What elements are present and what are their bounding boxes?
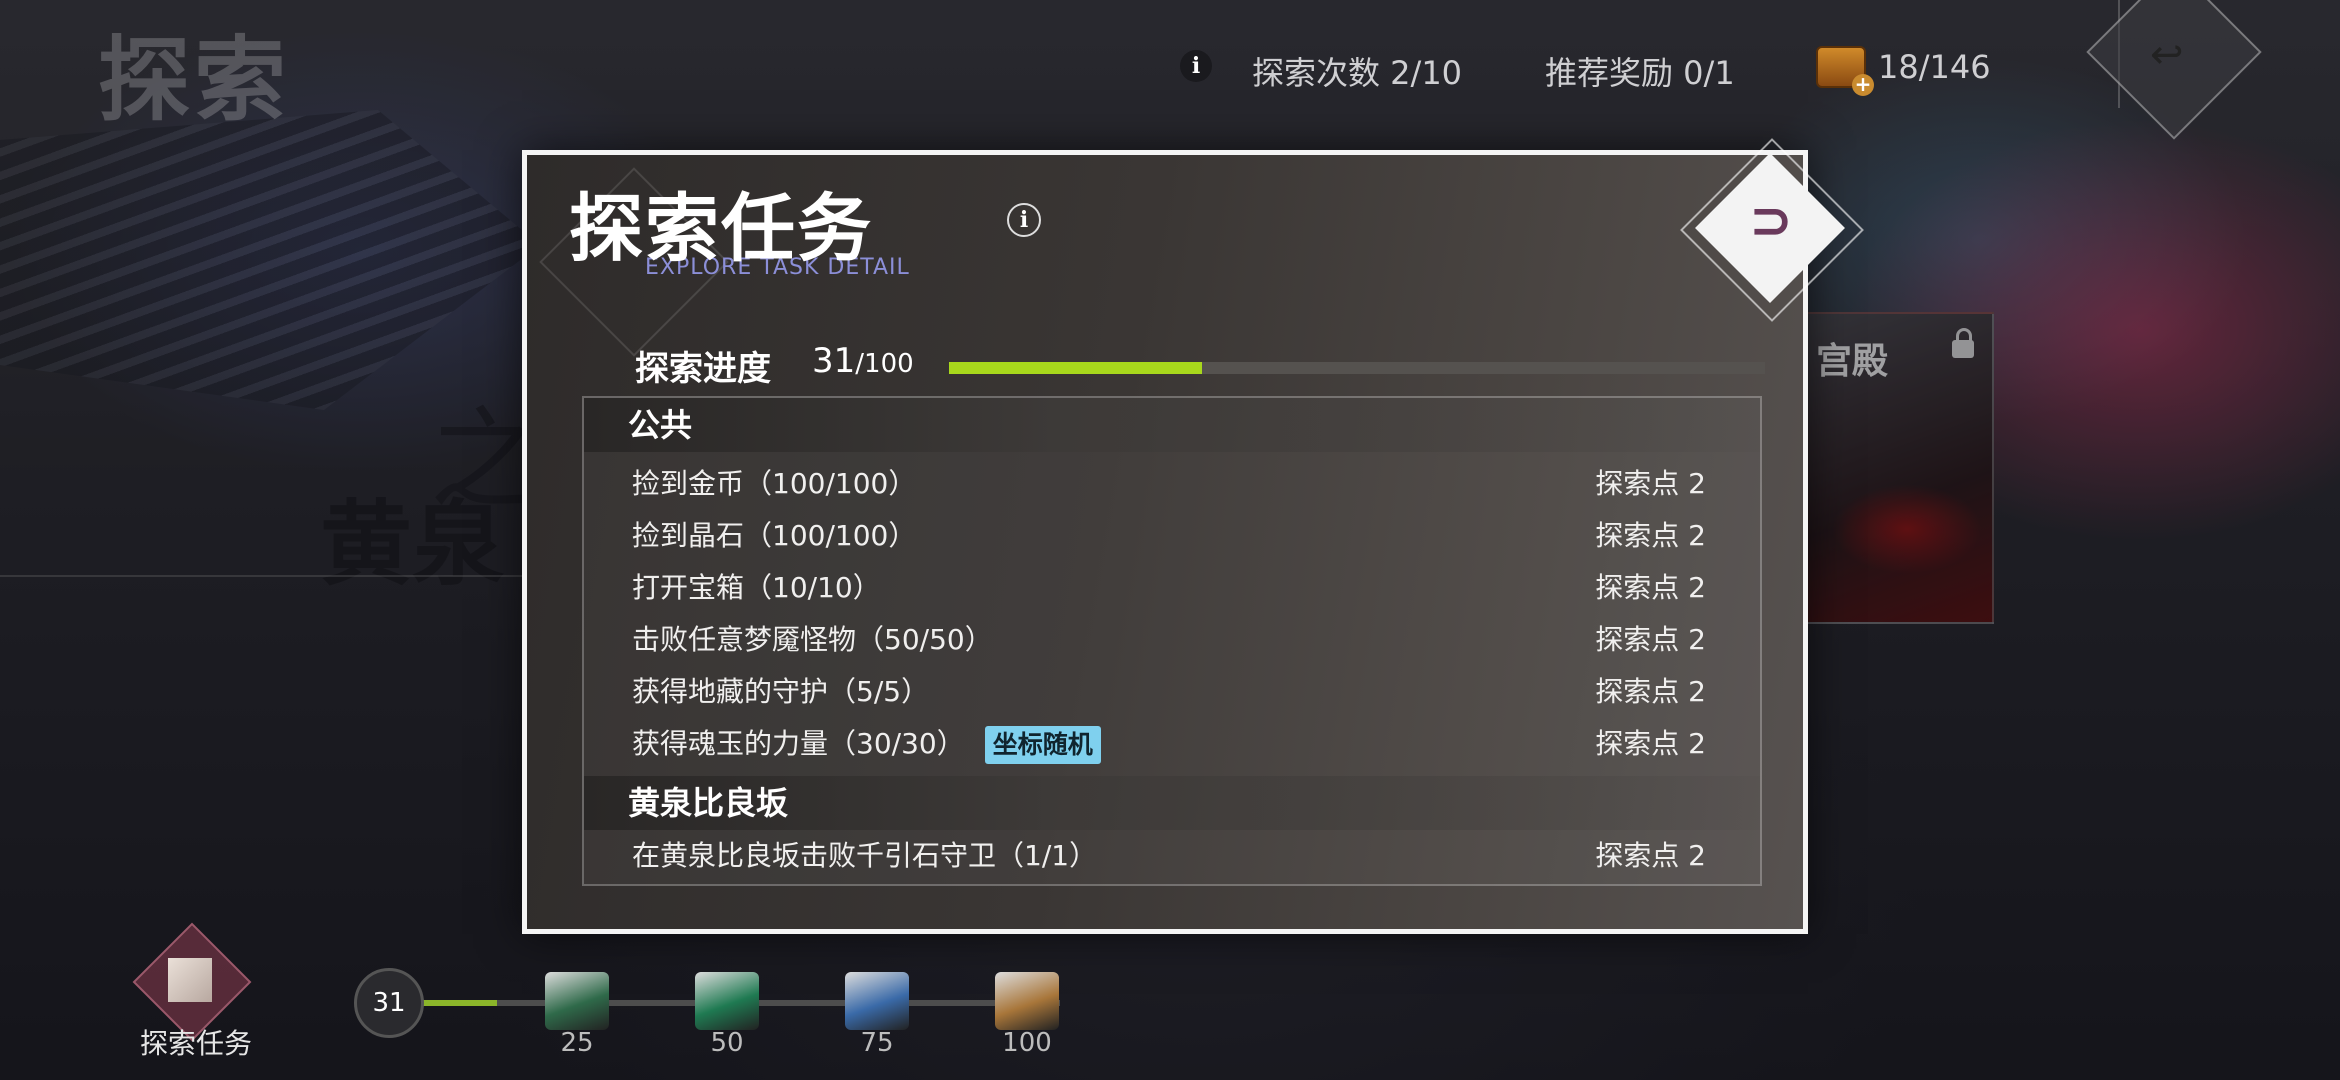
scroll-icon — [168, 958, 212, 1002]
explore-task-label: 探索任务 — [140, 1027, 253, 1060]
task-points: 探索点 2 — [1595, 623, 1706, 656]
back-icon: ↩ — [2150, 32, 2184, 78]
progress-current: 31 — [812, 341, 856, 381]
task-row: 获得魂玉的力量（30/30） 坐标随机 探索点 2 — [584, 718, 1760, 770]
task-row: 获得地藏的守护（5/5） 探索点 2 — [584, 666, 1760, 718]
chest-icon — [1816, 46, 1874, 96]
task-points: 探索点 2 — [1595, 467, 1706, 500]
progress-label: 探索进度 — [635, 349, 771, 389]
chest-count: 18/146 — [1878, 48, 1991, 86]
reward-chest-icon[interactable] — [545, 972, 609, 1030]
task-points: 探索点 2 — [1595, 571, 1706, 604]
task-points: 探索点 2 — [1595, 727, 1706, 760]
reward-chest-icon[interactable] — [845, 972, 909, 1030]
section-header: 公共 — [584, 398, 1760, 452]
task-text: 捡到晶石（100/100） — [632, 519, 917, 552]
progress-bar-fill — [949, 362, 1202, 374]
explore-task-dialog: EXPLORE TASK DETAIL 探索任务 i ⊃ 探索进度 31/100… — [522, 138, 1864, 934]
task-row: 打开宝箱（10/10） 探索点 2 — [584, 562, 1760, 614]
return-icon: ⊃ — [1749, 191, 1793, 251]
task-points: 探索点 2 — [1595, 675, 1706, 708]
reward-chest-icon[interactable] — [995, 972, 1059, 1030]
task-row: 捡到晶石（100/100） 探索点 2 — [584, 510, 1760, 562]
info-icon[interactable]: i — [1180, 50, 1212, 82]
task-text: 在黄泉比良坂击败千引石守卫（1/1） — [632, 839, 1098, 872]
random-location-tag: 坐标随机 — [984, 726, 1101, 764]
task-text: 捡到金币（100/100） — [632, 467, 917, 500]
task-text: 击败任意梦魇怪物（50/50） — [632, 623, 993, 656]
recommended-reward: 推荐奖励 0/1 — [1545, 54, 1735, 92]
task-row: 在黄泉比良坂击败千引石守卫（1/1） 探索点 2 — [584, 830, 1760, 882]
dialog-info-icon[interactable]: i — [1007, 203, 1041, 237]
reward-track-fill — [420, 1000, 497, 1006]
reward-threshold: 75 — [860, 1028, 894, 1058]
reward-threshold: 25 — [560, 1028, 594, 1058]
reward-threshold: 50 — [710, 1028, 744, 1058]
reward-chest-icon[interactable] — [695, 972, 759, 1030]
task-text: 打开宝箱（10/10） — [632, 571, 881, 604]
task-list[interactable]: 公共 捡到金币（100/100） 探索点 2 捡到晶石（100/100） 探索点 2 打开… — [582, 396, 1762, 886]
task-text: 获得地藏的守护（5/5） — [632, 675, 930, 708]
close-button[interactable]: ⊃ — [1673, 131, 1873, 331]
progress-level-badge: 31 — [354, 968, 424, 1038]
task-points: 探索点 2 — [1595, 519, 1706, 552]
task-row: 击败任意梦魇怪物（50/50） 探索点 2 — [584, 614, 1760, 666]
progress-total: /100 — [855, 349, 914, 379]
dialog-title: 探索任务 — [569, 186, 873, 272]
progress-value: 31/100 — [812, 341, 914, 381]
section-header: 黄泉比良坂 — [584, 776, 1760, 830]
reward-threshold: 100 — [1002, 1028, 1052, 1058]
progress-bar — [949, 362, 1765, 374]
explore-count: 探索次数 2/10 — [1252, 54, 1463, 92]
task-points: 探索点 2 — [1595, 839, 1706, 872]
task-text: 获得魂玉的力量（30/30） — [632, 727, 965, 760]
task-row: 捡到金币（100/100） 探索点 2 — [584, 458, 1760, 510]
